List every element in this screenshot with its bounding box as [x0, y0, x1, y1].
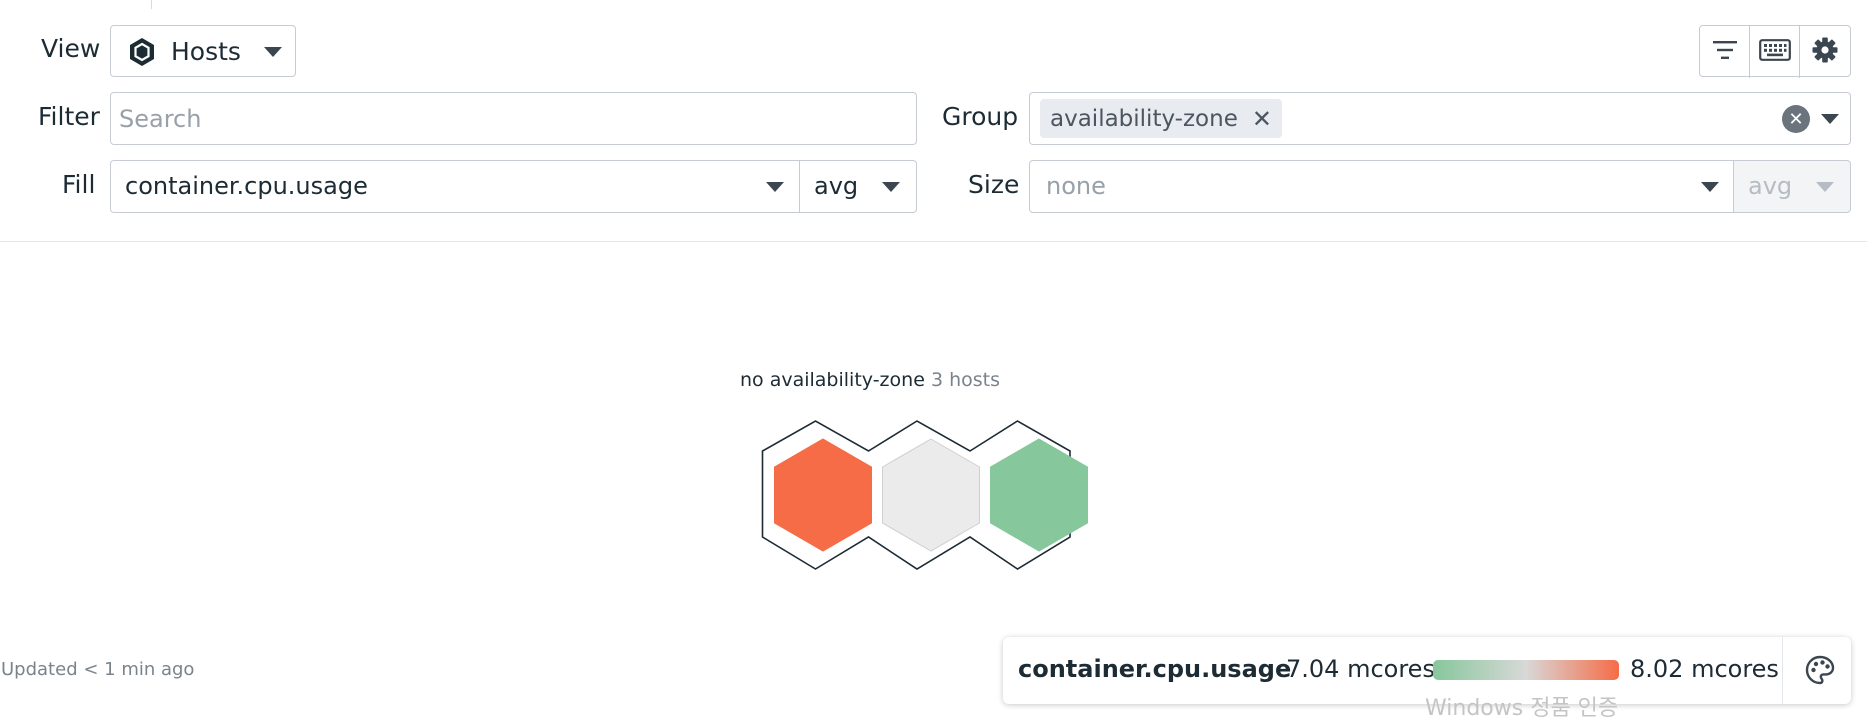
chevron-down-icon[interactable] [1821, 114, 1839, 124]
last-updated-text: Updated < 1 min ago [1, 659, 195, 680]
toolbar [1699, 25, 1851, 78]
fill-metric-dropdown[interactable]: container.cpu.usage [110, 160, 800, 213]
chevron-down-icon [882, 182, 900, 192]
gear-icon [1812, 37, 1838, 67]
size-metric-dropdown[interactable]: none [1029, 160, 1734, 213]
group-name: no availability-zone [740, 369, 925, 391]
keyboard-icon [1758, 39, 1791, 65]
size-metric-value: none [1046, 172, 1106, 200]
fill-aggregation-value: avg [814, 172, 859, 200]
chevron-down-icon [1701, 182, 1719, 192]
filter-lines-icon [1712, 39, 1738, 65]
host-map [761, 420, 1088, 570]
group-host-count: 3 hosts [930, 369, 1000, 391]
fill-aggregation-dropdown[interactable]: avg [799, 160, 917, 213]
size-aggregation-value: avg [1748, 172, 1793, 200]
legend-min-value: 7.04 mcores [1286, 655, 1435, 683]
chevron-down-icon [766, 182, 784, 192]
group-by-select[interactable]: availability-zone ✕ ✕ [1029, 92, 1851, 145]
remove-tag-icon[interactable]: ✕ [1252, 105, 1272, 133]
legend-gradient-bar [1433, 660, 1619, 680]
chevron-down-icon [264, 47, 282, 57]
hexagon-icon [129, 37, 155, 71]
settings-button[interactable] [1800, 26, 1850, 78]
view-dropdown[interactable]: Hosts [110, 25, 296, 77]
section-divider [0, 241, 1867, 242]
view-value: Hosts [171, 37, 241, 66]
palette-icon[interactable] [1805, 655, 1835, 689]
chevron-down-icon [1816, 182, 1834, 192]
fill-label: Fill [62, 170, 96, 199]
size-label: Size [968, 170, 1020, 199]
filter-label: Filter [38, 102, 100, 131]
filter-options-button[interactable] [1700, 26, 1750, 78]
size-aggregation-dropdown: avg [1733, 160, 1851, 213]
os-activation-watermark: Windows 정품 인증 [1425, 696, 1619, 721]
legend-metric-name: container.cpu.usage [1018, 655, 1292, 683]
legend-max-value: 8.02 mcores [1630, 655, 1779, 683]
clear-all-icon[interactable]: ✕ [1782, 105, 1810, 133]
group-tag-chip: availability-zone ✕ [1040, 99, 1282, 138]
filter-search-input[interactable] [110, 92, 917, 145]
group-label: Group [942, 102, 1019, 131]
group-title: no availability-zone 3 hosts [740, 369, 1000, 391]
legend-separator [1782, 637, 1783, 704]
view-label: View [41, 34, 101, 63]
group-tag-label: availability-zone [1050, 105, 1238, 132]
keyboard-shortcuts-button[interactable] [1750, 26, 1800, 78]
top-divider-tick [151, 0, 152, 9]
fill-metric-value: container.cpu.usage [125, 172, 368, 200]
